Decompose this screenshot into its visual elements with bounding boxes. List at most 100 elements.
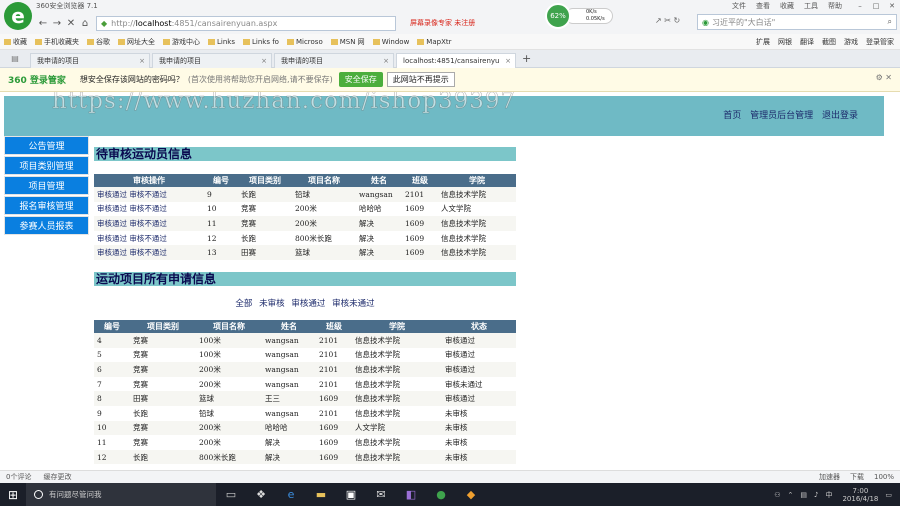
bank-button[interactable]: 网银	[778, 37, 792, 47]
fav-item[interactable]: 手机收藏夹	[35, 37, 79, 47]
approve-link[interactable]: 审核通过	[97, 219, 127, 228]
fav-item[interactable]: Window	[373, 38, 410, 46]
sidebar-item-report[interactable]: 参赛人员报表	[4, 216, 89, 235]
reject-link[interactable]: 审核不通过	[129, 248, 167, 257]
window-title: 360安全浏览器 7.1	[36, 2, 98, 10]
search-icon[interactable]: ⌕	[888, 17, 892, 27]
refresh-icon[interactable]: ↻	[674, 16, 681, 25]
filter-all[interactable]: 全部	[235, 299, 252, 309]
login-manager-button[interactable]: 登录管家	[866, 37, 894, 47]
search-input[interactable]: ◉ 习近平的"大白话" ⌕	[697, 14, 897, 30]
comments-status[interactable]: 0个评论	[6, 473, 31, 481]
app-orange-icon[interactable]: ◆	[456, 483, 486, 506]
approve-link[interactable]: 审核通过	[97, 234, 127, 243]
password-save-bar: 360 登录管家 想安全保存该网站的密码吗？ (首次使用将帮助您开启网络,请不要…	[0, 68, 900, 92]
menu-tools[interactable]: 工具	[804, 2, 818, 10]
fav-item[interactable]: 收藏	[4, 37, 27, 47]
fav-item[interactable]: MSN 网	[331, 37, 365, 47]
reject-link[interactable]: 审核不通过	[129, 219, 167, 228]
zoom-level[interactable]: 100%	[874, 473, 894, 481]
people-icon[interactable]: ⚇	[774, 491, 780, 499]
browser-tab[interactable]: 我申请的项目 ×	[152, 52, 272, 68]
accelerator-button[interactable]: 加速器	[819, 473, 840, 481]
sidebar-item-notice[interactable]: 公告管理	[4, 136, 89, 155]
secure-save-button[interactable]: 安全保存	[338, 72, 383, 87]
new-tab-icon[interactable]: +	[522, 52, 531, 65]
sidebar-item-project[interactable]: 项目管理	[4, 176, 89, 195]
edge-icon[interactable]: e	[276, 483, 306, 506]
fav-item[interactable]: Links fo	[243, 38, 279, 46]
approve-link[interactable]: 审核通过	[97, 248, 127, 257]
scissors-icon[interactable]: ✂	[664, 16, 671, 25]
clock[interactable]: 7:00 2016/4/18	[842, 487, 878, 503]
cell: 信息技术学院	[355, 437, 400, 447]
tab-close-icon[interactable]: ×	[505, 57, 511, 65]
menu-view[interactable]: 查看	[756, 2, 770, 10]
windows-start-icon[interactable]: ⊞	[0, 483, 26, 506]
filter-approved[interactable]: 审核通过	[291, 299, 325, 309]
cache-status[interactable]: 缓存更改	[43, 473, 71, 481]
menu-help[interactable]: 帮助	[828, 2, 842, 10]
fav-item[interactable]: 游戏中心	[163, 37, 200, 47]
close-icon[interactable]: ✕	[884, 2, 900, 10]
fav-item[interactable]: Links	[208, 38, 235, 46]
mail-icon[interactable]: ✉	[366, 483, 396, 506]
home-icon[interactable]: ⌂	[78, 18, 92, 29]
maximize-icon[interactable]: □	[868, 2, 884, 10]
fav-item[interactable]: MapXtr	[417, 38, 451, 46]
chevron-up-icon[interactable]: ⌃	[788, 491, 794, 499]
stop-icon[interactable]: ✕	[64, 18, 78, 29]
games-button[interactable]: 游戏	[844, 37, 858, 47]
cell: 5	[97, 350, 102, 360]
menu-favorites[interactable]: 收藏	[780, 2, 794, 10]
logout-link[interactable]: 退出登录	[822, 111, 858, 121]
browser-tab-active[interactable]: localhost:4851/cansairenyu ×	[396, 52, 516, 68]
browser-tab[interactable]: 我申请的项目 ×	[274, 52, 394, 68]
forward-icon[interactable]: →	[50, 18, 64, 29]
filter-rejected[interactable]: 审核未通过	[332, 299, 375, 309]
approve-link[interactable]: 审核通过	[97, 204, 127, 213]
fav-item[interactable]: Microso	[287, 38, 323, 46]
tab-list-icon[interactable]: ▤	[0, 54, 30, 63]
minimize-icon[interactable]: –	[852, 2, 868, 10]
volume-icon[interactable]: ♪	[814, 491, 818, 499]
pw-bar-close-icon[interactable]: ⚙ ✕	[876, 73, 892, 82]
network-icon[interactable]: ▤	[800, 491, 807, 499]
tab-close-icon[interactable]: ×	[383, 57, 389, 65]
watermark: https://www.huzhan.com/ishop39397	[52, 92, 517, 114]
back-icon[interactable]: ←	[36, 18, 50, 29]
menu-file[interactable]: 文件	[732, 2, 746, 10]
explorer-icon[interactable]: ▬	[306, 483, 336, 506]
tab-close-icon[interactable]: ×	[261, 57, 267, 65]
browser-tab[interactable]: 我申请的项目 ×	[30, 52, 150, 68]
browser-360-icon[interactable]: ●	[426, 483, 456, 506]
app-icon[interactable]: ❖	[246, 483, 276, 506]
approve-link[interactable]: 审核通过	[97, 190, 127, 199]
visual-studio-icon[interactable]: ◧	[396, 483, 426, 506]
ime-icon[interactable]: 中	[825, 490, 832, 500]
sidebar-item-review[interactable]: 报名审核管理	[4, 196, 89, 215]
fav-item[interactable]: 网址大全	[118, 37, 155, 47]
address-bar[interactable]: ◆ http://localhost:4851/cansairenyuan.as…	[96, 15, 396, 31]
taskbar-search[interactable]: 有问题尽管问我	[26, 483, 216, 506]
task-view-icon[interactable]: ▭	[216, 483, 246, 506]
screenshot-button[interactable]: 截图	[822, 37, 836, 47]
sidebar-item-category[interactable]: 项目类别管理	[4, 156, 89, 175]
tab-close-icon[interactable]: ×	[139, 57, 145, 65]
reject-link[interactable]: 审核不通过	[129, 190, 167, 199]
reject-link[interactable]: 审核不通过	[129, 234, 167, 243]
table-row: 7 竞赛 200米 wangsan 2101 信息技术学院 审核未通过	[94, 377, 516, 392]
share-icon[interactable]: ↗	[655, 16, 662, 25]
notification-icon[interactable]: ▭	[885, 491, 892, 499]
home-link[interactable]: 首页	[723, 111, 741, 121]
admin-link[interactable]: 管理员后台管理	[750, 111, 813, 121]
download-button[interactable]: 下载	[850, 473, 864, 481]
translate-button[interactable]: 翻译	[800, 37, 814, 47]
filter-pending[interactable]: 未审核	[259, 299, 285, 309]
never-ask-button[interactable]: 此网站不再提示	[386, 72, 455, 87]
store-icon[interactable]: ▣	[336, 483, 366, 506]
reject-link[interactable]: 审核不通过	[129, 204, 167, 213]
speed-widget[interactable]: 0K/s 0.05K/s 62%	[545, 3, 615, 29]
fav-item[interactable]: 谷歌	[87, 37, 110, 47]
extensions-button[interactable]: 扩展	[756, 37, 770, 47]
